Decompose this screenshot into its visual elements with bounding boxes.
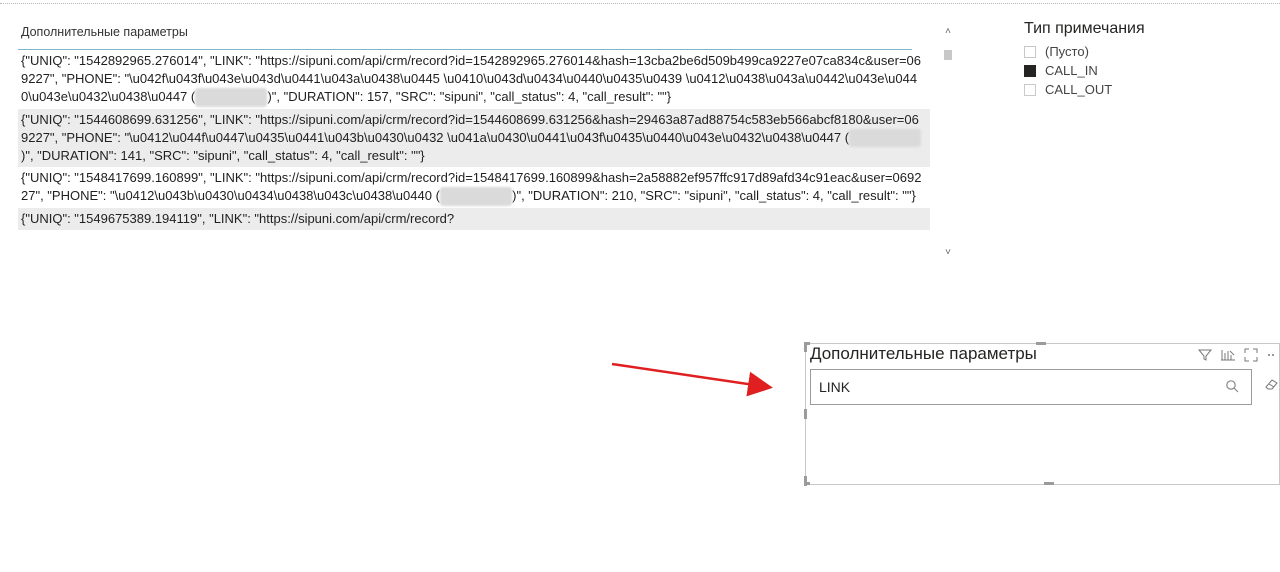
table-row[interactable]: {"UNIQ": "1542892965.276014", "LINK": "h… [18,50,930,109]
slicer-checkbox[interactable] [1024,45,1036,58]
redacted-phone: 7xxxxxxxxxx [439,187,513,206]
visual-header-icons [1198,347,1276,363]
scroll-up-icon[interactable]: ˄ [942,26,954,38]
table-row[interactable]: {"UNIQ": "1549675389.194119", "LINK": "h… [18,207,930,230]
row-text: )", "DURATION": 141, "SRC": "sipuni", "c… [21,148,425,164]
slicer-item[interactable]: CALL_IN [1024,61,1264,80]
focus-mode-icon[interactable] [1220,348,1236,362]
vertical-scrollbar[interactable]: ˄ ˅ [942,20,954,264]
resize-handle-bottom[interactable] [1044,482,1054,485]
arrow-annotation [611,362,773,397]
slicer-item[interactable]: CALL_OUT [1024,80,1264,99]
expand-icon[interactable] [1244,348,1258,362]
resize-handle-corner-bl-h[interactable] [804,482,810,485]
more-options-icon[interactable] [1266,348,1276,362]
filter-icon[interactable] [1198,348,1212,362]
redacted-phone: 7xxxxxxxxxx [195,88,268,107]
search-visual[interactable]: Дополнительные параметры [804,342,1280,486]
scroll-thumb[interactable] [944,50,952,60]
search-box[interactable] [810,369,1252,405]
resize-handle-corner-tl-h[interactable] [804,342,810,345]
redacted-phone: 7xxxxxxxxxx [849,128,922,148]
resize-handle-top[interactable] [1036,342,1046,345]
slicer-checkbox[interactable] [1024,64,1036,77]
row-text: )", "DURATION": 157, "SRC": "sipuni", "c… [267,89,672,105]
eraser-icon[interactable] [1264,377,1280,391]
table-row[interactable]: {"UNIQ": "1548417699.160899", "LINK": "h… [18,167,930,207]
table-row[interactable]: {"UNIQ": "1544608699.631256", "LINK": "h… [18,108,930,168]
slicer-item-label: CALL_OUT [1045,82,1113,97]
resize-handle-left[interactable] [804,409,807,419]
row-text: {"UNIQ": "1544608699.631256", "LINK": "h… [21,111,919,145]
note-type-slicer: Тип примечания (Пусто) CALL_IN CALL_OUT [1024,20,1264,99]
table-rows: {"UNIQ": "1542892965.276014", "LINK": "h… [18,50,930,230]
slicer-checkbox[interactable] [1024,83,1036,96]
scroll-down-icon[interactable]: ˅ [942,247,954,259]
slicer-item[interactable]: (Пусто) [1024,42,1264,61]
visual-title: Дополнительные параметры [810,344,1037,363]
row-text: {"UNIQ": "1549675389.194119", "LINK": "h… [21,210,455,226]
search-input[interactable] [819,376,1209,398]
table-visual[interactable]: Дополнительные параметры {"UNIQ": "15428… [14,20,954,276]
slicer-item-label: CALL_IN [1045,63,1098,78]
top-divider [0,3,1280,4]
slicer-title: Тип примечания [1024,20,1145,37]
search-icon[interactable] [1225,379,1239,393]
slicer-items: (Пусто) CALL_IN CALL_OUT [1024,42,1264,99]
column-header[interactable]: Дополнительные параметры [21,25,188,39]
row-text: )", "DURATION": 210, "SRC": "sipuni", "c… [512,188,916,204]
slicer-item-label: (Пусто) [1045,44,1089,59]
